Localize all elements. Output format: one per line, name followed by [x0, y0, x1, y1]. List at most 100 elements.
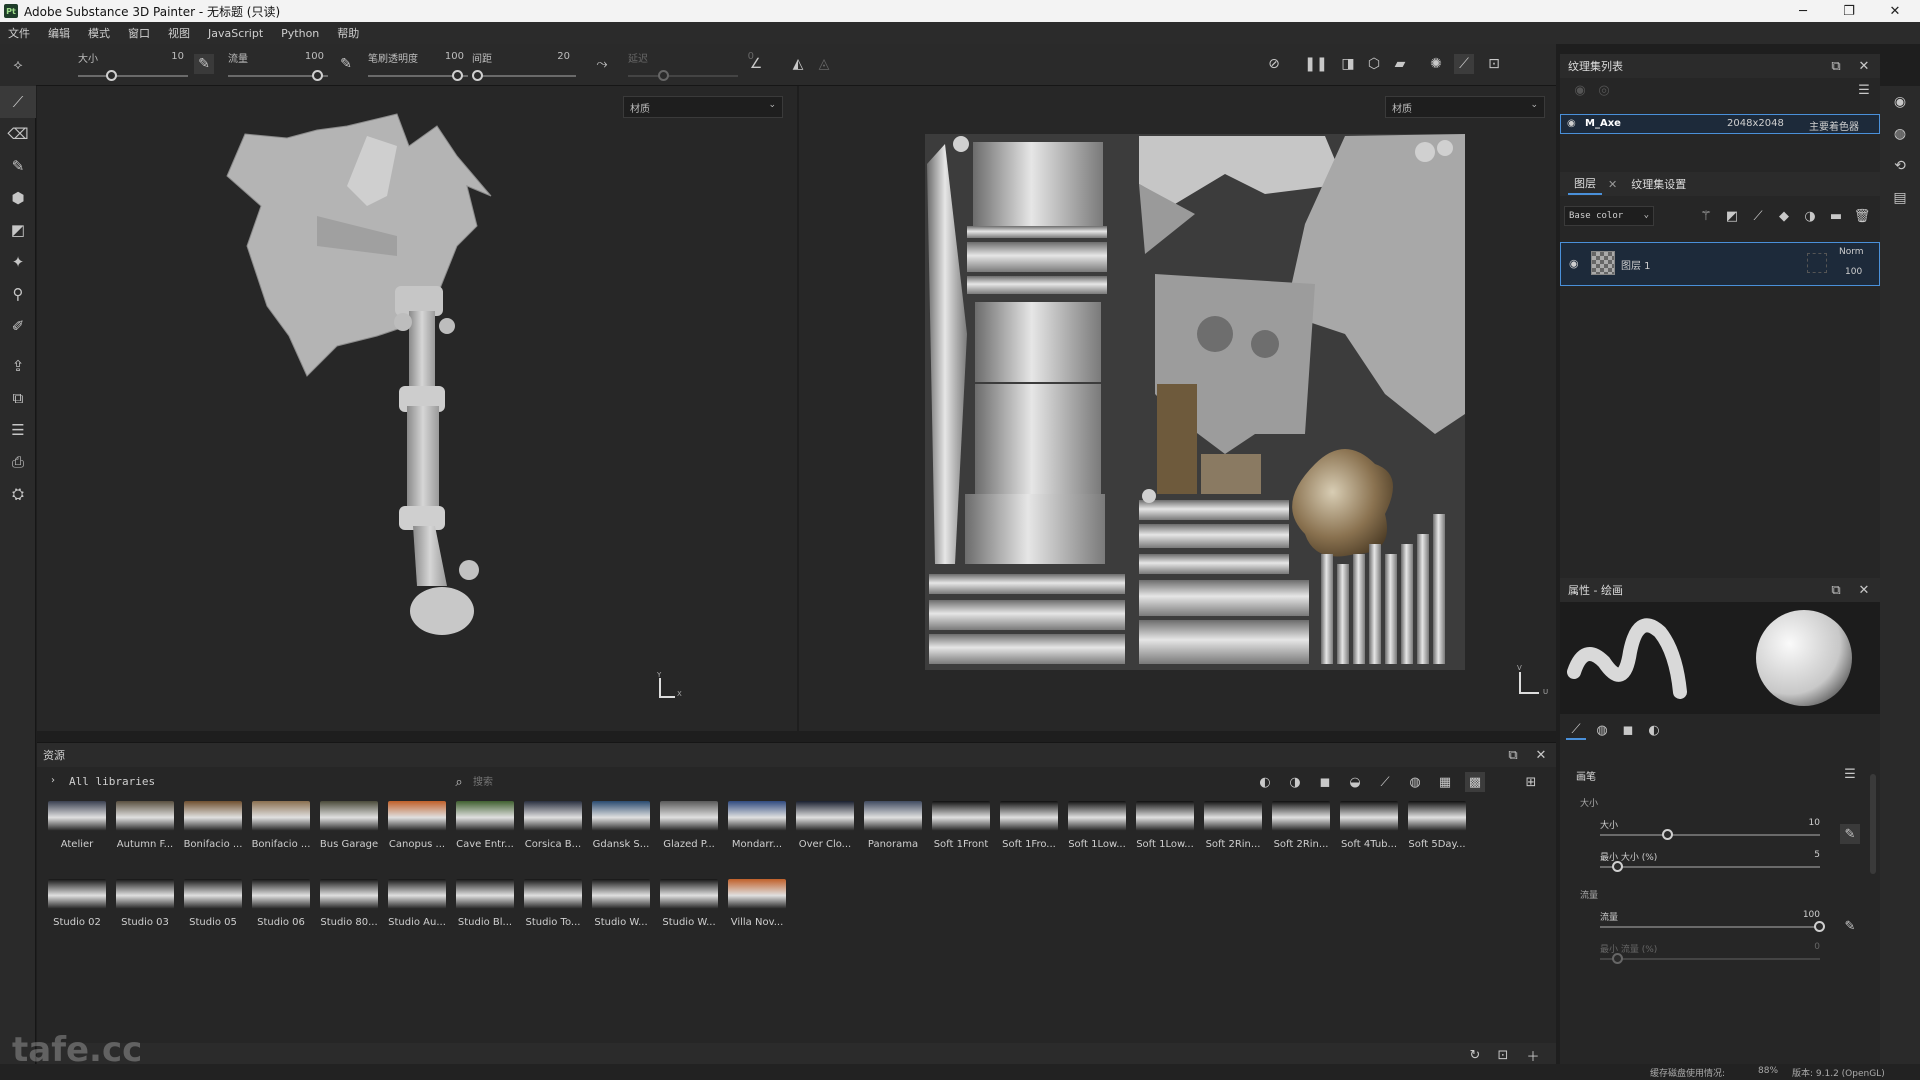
pen-pressure-size-icon[interactable]: ✎	[194, 54, 214, 74]
filter-material-icon[interactable]: ◐	[1255, 772, 1275, 792]
stencil-tab-icon[interactable]: ◐	[1644, 720, 1664, 740]
asset-thumbnail[interactable]	[184, 801, 242, 831]
search-input[interactable]	[473, 772, 1233, 792]
min-size-value[interactable]: 5	[1790, 850, 1820, 860]
toolbar-spacing-slider[interactable]	[476, 75, 576, 77]
eye-icon[interactable]: ◉	[1569, 257, 1579, 270]
viewport-2d-material-select[interactable]: 材质 ⌄	[1385, 96, 1545, 118]
material-tab-icon[interactable]: ◍	[1592, 720, 1612, 740]
filter-filter-icon[interactable]: ◒	[1345, 772, 1365, 792]
log-icon[interactable]: ▤	[1880, 182, 1920, 214]
menu-javascript[interactable]: JavaScript	[208, 27, 263, 40]
close-panel-icon[interactable]: ✕	[1854, 56, 1874, 76]
min-flow-value[interactable]: 0	[1790, 942, 1820, 952]
asset-thumbnail[interactable]	[932, 801, 990, 831]
size-value[interactable]: 10	[1790, 818, 1820, 828]
menu-python[interactable]: Python	[281, 27, 319, 40]
add-paint-layer-icon[interactable]: ⟋	[1748, 206, 1768, 226]
blend-mode[interactable]: Norm	[1839, 247, 1864, 257]
clone-icon[interactable]: ⚲	[0, 278, 36, 310]
visibility-all-icon[interactable]: ◉	[1570, 80, 1590, 100]
asset-thumbnail[interactable]	[1340, 801, 1398, 831]
flow-slider-knob[interactable]	[1814, 921, 1825, 932]
asset-thumbnail[interactable]	[252, 879, 310, 909]
pen-pressure-flow-icon[interactable]: ✎	[336, 54, 356, 74]
import-icon[interactable]: ⊡	[1493, 1045, 1513, 1065]
history-icon[interactable]: ⟲	[1880, 150, 1920, 182]
channel-select[interactable]: Base color ⌄	[1564, 206, 1654, 226]
min-flow-slider-knob[interactable]	[1612, 953, 1623, 964]
camera-mode-icon[interactable]: ▰	[1390, 54, 1410, 74]
eraser-icon[interactable]: ⌫	[0, 118, 36, 150]
menu-help[interactable]: 帮助	[337, 25, 359, 41]
layer-mask-slot[interactable]	[1807, 253, 1827, 273]
ruler-icon[interactable]: ☰	[0, 414, 36, 446]
menu-file[interactable]: 文件	[8, 25, 30, 41]
tab-texture-set-settings[interactable]: 纹理集设置	[1631, 176, 1686, 192]
properties-scrollbar[interactable]	[1870, 774, 1876, 874]
filter-texture-icon[interactable]: ▦	[1435, 772, 1455, 792]
bake-icon[interactable]: ⇪	[0, 350, 36, 382]
split-view-icon[interactable]: ◨	[1338, 54, 1358, 74]
preset-menu-icon[interactable]: ☰	[1840, 764, 1860, 784]
size-slider[interactable]	[1600, 834, 1820, 836]
paint-brush-icon[interactable]: ⟋	[0, 86, 36, 118]
mirror-alt-icon[interactable]: ◬	[814, 54, 834, 74]
pen-pressure-flow-icon[interactable]: ✎	[1840, 916, 1860, 936]
add-mask-black-icon[interactable]: ◑	[1800, 206, 1820, 226]
asset-thumbnail[interactable]	[728, 879, 786, 909]
asset-thumbnail[interactable]	[184, 879, 242, 909]
export-icon[interactable]: ⎙	[0, 446, 36, 478]
filter-mask-icon[interactable]: ◼	[1315, 772, 1335, 792]
asset-thumbnail[interactable]	[1136, 801, 1194, 831]
asset-thumbnail[interactable]	[1000, 801, 1058, 831]
asset-thumbnail[interactable]	[660, 879, 718, 909]
angle-icon[interactable]: ∠	[746, 54, 766, 74]
close-panel-icon[interactable]: ✕	[1531, 745, 1551, 765]
asset-thumbnail[interactable]	[1068, 801, 1126, 831]
asset-thumbnail[interactable]	[320, 879, 378, 909]
add-icon[interactable]: ＋	[1523, 1045, 1543, 1065]
float-panel-icon[interactable]: ⧉	[1826, 56, 1846, 76]
asset-thumbnail[interactable]	[252, 801, 310, 831]
asset-thumbnail[interactable]	[388, 879, 446, 909]
min-size-slider-knob[interactable]	[1612, 861, 1623, 872]
min-flow-slider[interactable]	[1600, 958, 1820, 960]
toolbar-spacing-knob[interactable]	[472, 70, 483, 81]
layer-row[interactable]: ◉ 图层 1 Norm 100	[1560, 242, 1880, 286]
asset-thumbnail[interactable]	[388, 801, 446, 831]
toolbar-flow-knob[interactable]	[312, 70, 323, 81]
screenshot-icon[interactable]: ⊡	[1484, 54, 1504, 74]
asset-thumbnail[interactable]	[1204, 801, 1262, 831]
asset-thumbnail[interactable]	[592, 801, 650, 831]
add-folder-icon[interactable]: ▬	[1826, 206, 1846, 226]
add-effect-icon[interactable]: ⚚	[1696, 206, 1716, 226]
filter-environment-icon[interactable]: ▩	[1465, 772, 1485, 792]
refresh-icon[interactable]: ↻	[1465, 1045, 1485, 1065]
pause-icon[interactable]: ❚❚	[1304, 54, 1327, 74]
asset-thumbnail[interactable]	[116, 879, 174, 909]
brush-tab-icon[interactable]: ⟋	[1566, 720, 1586, 740]
asset-thumbnail[interactable]	[116, 801, 174, 831]
symmetry-icon[interactable]: ⟡	[8, 55, 28, 75]
add-fill-layer-icon[interactable]: ◆	[1774, 206, 1794, 226]
asset-thumbnail[interactable]	[320, 801, 378, 831]
texture-set-list-icon[interactable]: ◉	[1880, 86, 1920, 118]
toolbar-size-knob[interactable]	[106, 70, 117, 81]
smudge-icon[interactable]: ✦	[0, 246, 36, 278]
filter-smart-material-icon[interactable]: ◑	[1285, 772, 1305, 792]
mirror-icon[interactable]: ◭	[788, 54, 808, 74]
polygon-fill-icon[interactable]: ⬢	[0, 182, 36, 214]
library-selector[interactable]: All libraries	[69, 775, 155, 788]
hide-icon[interactable]: ⊘	[1264, 54, 1284, 74]
menu-edit[interactable]: 编辑	[48, 25, 70, 41]
asset-thumbnail[interactable]	[728, 801, 786, 831]
texture-set-item[interactable]: ◉ M_Axe 2048x2048 主要着色器	[1560, 114, 1880, 134]
asset-thumbnail[interactable]	[1272, 801, 1330, 831]
close-panel-icon[interactable]: ✕	[1854, 580, 1874, 600]
toolbar-size-slider[interactable]	[78, 75, 188, 77]
min-size-slider[interactable]	[1600, 866, 1820, 868]
asset-thumbnail[interactable]	[456, 801, 514, 831]
menu-view[interactable]: 视图	[168, 25, 190, 41]
alpha-tab-icon[interactable]: ◼	[1618, 720, 1638, 740]
